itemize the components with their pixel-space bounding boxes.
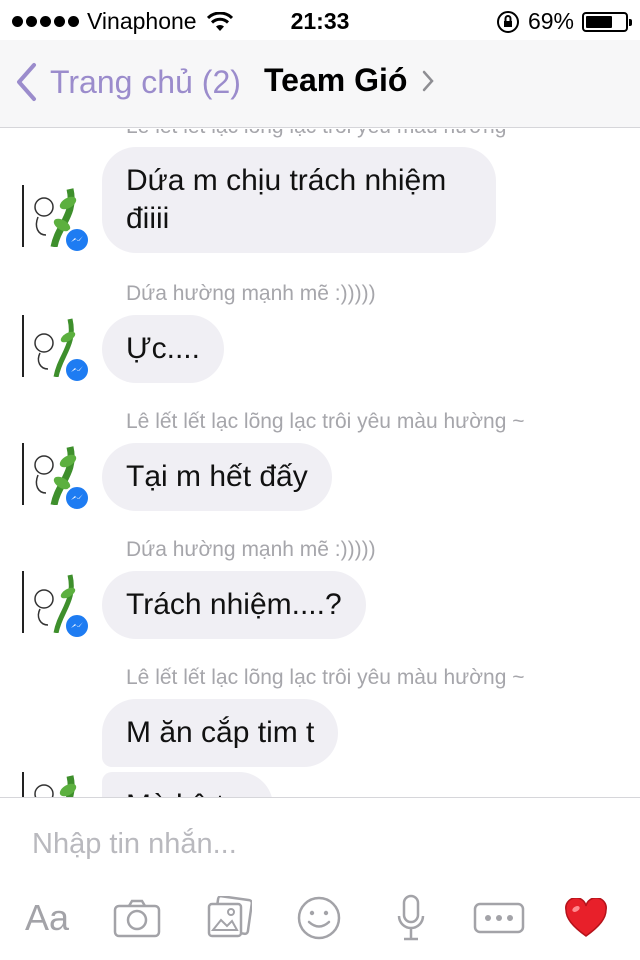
- sender-name: Lê lết lết lạc lõng lạc trôi yêu màu hườ…: [126, 666, 525, 689]
- conversation-title-button[interactable]: Team Gió: [264, 62, 435, 99]
- sender-name: Lê lết lết lạc lõng lạc trôi yêu màu hườ…: [126, 410, 525, 433]
- heart-button[interactable]: [563, 890, 609, 946]
- message-bubble[interactable]: Mà kệ t...: [102, 772, 274, 797]
- avatar[interactable]: [22, 772, 86, 797]
- message-bubble[interactable]: Ực....: [102, 315, 224, 383]
- composer: Aa: [0, 797, 640, 960]
- orientation-lock-icon: [496, 10, 519, 33]
- emoji-icon: [297, 896, 341, 940]
- more-button[interactable]: [472, 890, 526, 946]
- sender-name: Dứa hường mạnh mẽ :))))): [126, 538, 376, 561]
- messenger-badge-icon: [64, 485, 90, 511]
- back-button[interactable]: Trang chủ (2): [14, 62, 241, 102]
- heart-icon: [565, 898, 607, 937]
- avatar[interactable]: [22, 571, 90, 639]
- avatar-image: [22, 772, 80, 797]
- emoji-button[interactable]: [295, 890, 343, 946]
- sender-name: Dứa hường mạnh mẽ :))))): [126, 282, 376, 305]
- message-bubble[interactable]: Trách nhiệm....?: [102, 571, 366, 639]
- camera-icon: [113, 899, 161, 938]
- chevron-left-icon: [17, 63, 36, 101]
- battery-percent: 69%: [527, 8, 574, 34]
- microphone-icon: [397, 894, 425, 941]
- avatar[interactable]: [22, 443, 90, 511]
- text-format-button[interactable]: Aa: [20, 890, 74, 946]
- gallery-button[interactable]: [204, 890, 254, 946]
- nav-bar: Trang chủ (2) Team Gió: [0, 40, 640, 128]
- camera-button[interactable]: [112, 890, 162, 946]
- sender-name: Lê lết lết lạc lõng lạc trôi yêu màu hườ…: [126, 129, 524, 139]
- messenger-badge-icon: [64, 227, 90, 253]
- message-bubble[interactable]: Tại m hết đấy: [102, 443, 332, 511]
- status-right: 69%: [496, 8, 632, 35]
- battery-icon: [582, 11, 632, 32]
- text-format-label: Aa: [24, 897, 70, 938]
- composer-toolbar: Aa: [0, 890, 640, 950]
- message-bubble[interactable]: M ăn cắp tim t: [102, 699, 339, 767]
- message-bubble[interactable]: Dứa m chịu trách nhiệm điiii: [102, 147, 496, 253]
- messenger-badge-icon: [64, 613, 90, 639]
- messenger-badge-icon: [64, 357, 90, 383]
- back-label: Trang chủ (2): [50, 63, 241, 100]
- microphone-button[interactable]: [394, 890, 428, 946]
- battery-level: [586, 15, 613, 28]
- message-input[interactable]: [32, 828, 612, 861]
- message-list[interactable]: Lê lết lết lạc lõng lạc trôi yêu màu hườ…: [0, 129, 640, 797]
- status-bar: Vinaphone 21:33 69%: [0, 0, 640, 40]
- avatar[interactable]: [22, 315, 90, 383]
- gallery-icon: [207, 896, 252, 938]
- more-icon: [473, 902, 525, 934]
- chevron-right-icon: [423, 70, 435, 91]
- conversation-title: Team Gió: [264, 62, 408, 98]
- avatar[interactable]: [22, 185, 90, 253]
